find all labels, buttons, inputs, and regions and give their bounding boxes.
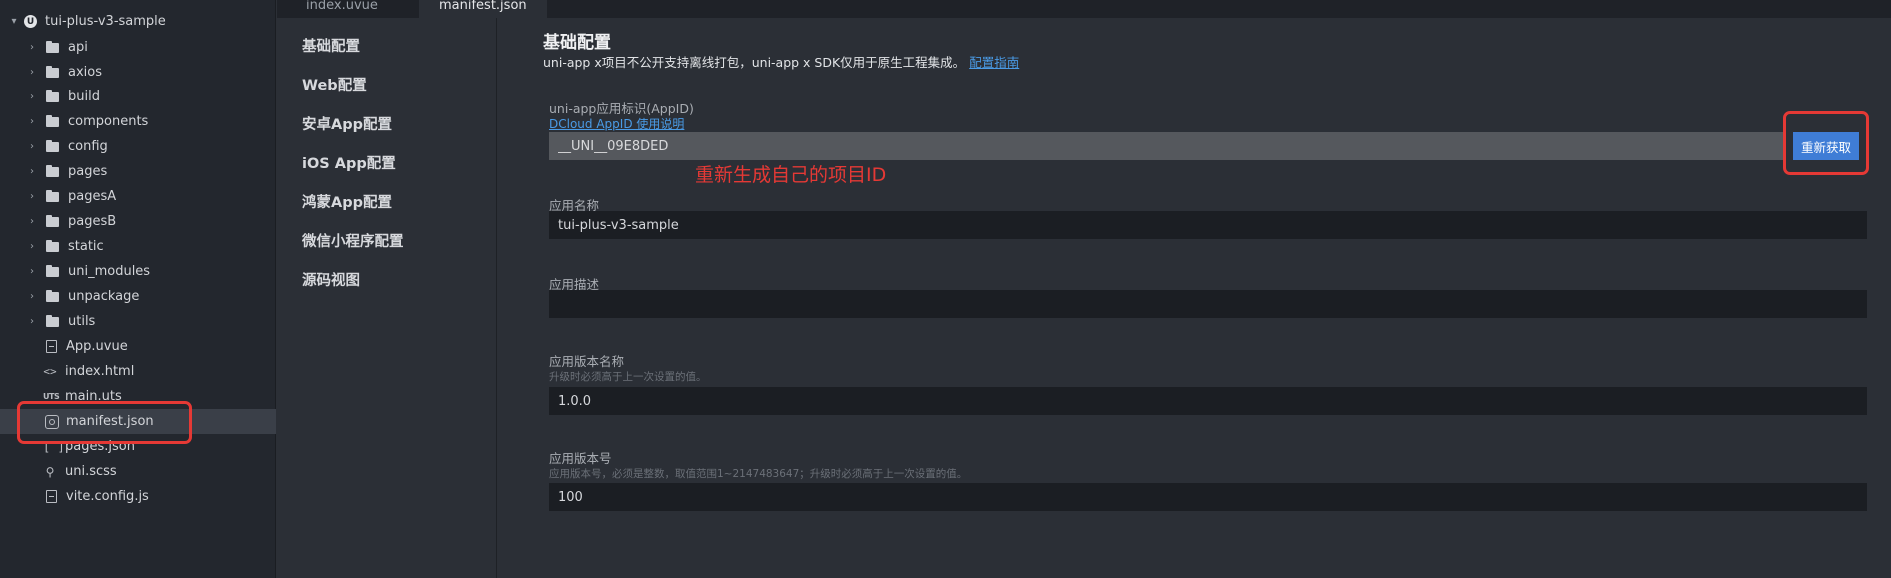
tree-file-app[interactable]: App.uvue bbox=[0, 334, 276, 359]
nav-source-view[interactable]: 源码视图 bbox=[302, 269, 360, 290]
tree-folder-unpackage[interactable]: › unpackage bbox=[0, 284, 276, 309]
tree-file-label: index.html bbox=[65, 364, 135, 379]
appid-field[interactable] bbox=[549, 132, 1785, 160]
folder-icon bbox=[46, 314, 59, 327]
tree-file-label: App.uvue bbox=[66, 339, 128, 354]
tree-folder-pages[interactable]: › pages bbox=[0, 159, 276, 184]
folder-icon bbox=[46, 239, 59, 252]
section-description-text: uni-app x项目不公开支持离线打包，uni-app x SDK仅用于原生工… bbox=[543, 55, 966, 70]
tree-root[interactable]: ▾ U tui-plus-v3-sample bbox=[0, 9, 276, 34]
section-title: 基础配置 bbox=[543, 33, 611, 53]
settings-nav: 基础配置 Web配置 安卓App配置 iOS App配置 鸿蒙App配置 微信小… bbox=[277, 18, 497, 578]
folder-icon bbox=[46, 139, 59, 152]
tree-folder-label: components bbox=[68, 114, 149, 129]
folder-icon bbox=[46, 65, 59, 78]
file-tree: ▾ U tui-plus-v3-sample › api › axios › b… bbox=[0, 0, 276, 578]
chevron-down-icon[interactable]: ▾ bbox=[8, 16, 20, 27]
config-guide-link[interactable]: 配置指南 bbox=[969, 55, 1019, 70]
tree-folder-label: static bbox=[68, 239, 104, 254]
tree-folder-static[interactable]: › static bbox=[0, 234, 276, 259]
chevron-right-icon[interactable]: › bbox=[26, 241, 38, 252]
version-code-label: 应用版本号 bbox=[549, 451, 612, 466]
nav-ios-config[interactable]: iOS App配置 bbox=[302, 152, 396, 173]
tree-folder-label: axios bbox=[68, 65, 102, 80]
tree-folder-uni-modules[interactable]: › uni_modules bbox=[0, 259, 276, 284]
tree-folder-axios[interactable]: › axios bbox=[0, 60, 276, 85]
version-code-hint: 应用版本号，必须是整数，取值范围1~2147483647；升级时必须高于上一次设… bbox=[549, 468, 968, 480]
editor-tabbar: index.uvue manifest.json bbox=[277, 0, 1891, 18]
folder-icon bbox=[46, 89, 59, 102]
version-name-hint: 升级时必须高于上一次设置的值。 bbox=[549, 371, 707, 383]
chevron-right-icon[interactable]: › bbox=[26, 166, 38, 177]
tree-folder-label: pages bbox=[68, 164, 108, 179]
version-code-field[interactable] bbox=[549, 483, 1867, 511]
tree-folder-components[interactable]: › components bbox=[0, 109, 276, 134]
link-icon: ⚲ bbox=[45, 464, 55, 479]
chevron-right-icon[interactable]: › bbox=[26, 191, 38, 202]
tree-root-label: tui-plus-v3-sample bbox=[45, 14, 166, 29]
uts-icon: UTS bbox=[43, 392, 60, 401]
tree-folder-label: build bbox=[68, 89, 100, 104]
tree-folder-label: utils bbox=[68, 314, 96, 329]
version-name-label: 应用版本名称 bbox=[549, 354, 625, 369]
nav-web-config[interactable]: Web配置 bbox=[302, 74, 367, 95]
chevron-right-icon[interactable]: › bbox=[26, 67, 38, 78]
file-icon bbox=[46, 490, 57, 503]
chevron-right-icon[interactable]: › bbox=[26, 291, 38, 302]
project-icon: U bbox=[24, 15, 37, 28]
chevron-right-icon[interactable]: › bbox=[26, 216, 38, 227]
tree-file-index[interactable]: <> index.html bbox=[0, 359, 276, 384]
code-icon: <> bbox=[43, 365, 57, 378]
tree-folder-label: config bbox=[68, 139, 108, 154]
nav-harmony-config[interactable]: 鸿蒙App配置 bbox=[302, 191, 392, 212]
tab-manifest-json[interactable]: manifest.json bbox=[419, 0, 547, 18]
tree-folder-label: pagesB bbox=[68, 214, 117, 229]
file-icon bbox=[46, 340, 57, 353]
folder-icon bbox=[46, 189, 59, 202]
appid-help-link[interactable]: DCloud AppID 使用说明 bbox=[549, 115, 684, 132]
nav-wechat-config[interactable]: 微信小程序配置 bbox=[302, 230, 404, 251]
folder-icon bbox=[46, 164, 59, 177]
tree-folder-label: uni_modules bbox=[68, 264, 151, 279]
folder-icon bbox=[46, 40, 59, 53]
tree-folder-api[interactable]: › api bbox=[0, 35, 276, 60]
chevron-right-icon[interactable]: › bbox=[26, 116, 38, 127]
nav-android-config[interactable]: 安卓App配置 bbox=[302, 113, 392, 134]
tree-folder-config[interactable]: › config bbox=[0, 134, 276, 159]
folder-icon bbox=[46, 114, 59, 127]
tree-folder-utils[interactable]: › utils bbox=[0, 309, 276, 334]
basic-config-form: 基础配置 uni-app x项目不公开支持离线打包，uni-app x SDK仅… bbox=[498, 18, 1891, 578]
folder-icon bbox=[46, 214, 59, 227]
tree-folder-label: api bbox=[68, 40, 88, 55]
chevron-right-icon[interactable]: › bbox=[26, 141, 38, 152]
app-description-field[interactable] bbox=[549, 290, 1867, 318]
chevron-right-icon[interactable]: › bbox=[26, 42, 38, 53]
tree-folder-label: pagesA bbox=[68, 189, 117, 204]
nav-basic-config[interactable]: 基础配置 bbox=[302, 35, 360, 56]
tree-folder-build[interactable]: › build bbox=[0, 84, 276, 109]
tree-folder-pagesB[interactable]: › pagesB bbox=[0, 209, 276, 234]
annotation-box-manifest bbox=[17, 401, 192, 444]
chevron-right-icon[interactable]: › bbox=[26, 91, 38, 102]
version-name-field[interactable] bbox=[549, 387, 1867, 415]
tree-file-vite[interactable]: vite.config.js bbox=[0, 484, 276, 509]
tree-file-label: uni.scss bbox=[65, 464, 117, 479]
tree-folder-label: unpackage bbox=[68, 289, 140, 304]
folder-icon bbox=[46, 264, 59, 277]
section-description: uni-app x项目不公开支持离线打包，uni-app x SDK仅用于原生工… bbox=[543, 52, 1019, 71]
chevron-right-icon[interactable]: › bbox=[26, 266, 38, 277]
tree-file-label: vite.config.js bbox=[66, 489, 149, 504]
tab-index-uvue[interactable]: index.uvue bbox=[286, 0, 398, 18]
annotation-text: 重新生成自己的项目ID bbox=[695, 164, 887, 186]
tree-file-uni-scss[interactable]: ⚲ uni.scss bbox=[0, 459, 276, 484]
tree-folder-pagesA[interactable]: › pagesA bbox=[0, 184, 276, 209]
app-name-field[interactable] bbox=[549, 211, 1867, 239]
annotation-box-regenerate bbox=[1783, 111, 1869, 175]
chevron-right-icon[interactable]: › bbox=[26, 316, 38, 327]
folder-icon bbox=[46, 289, 59, 302]
